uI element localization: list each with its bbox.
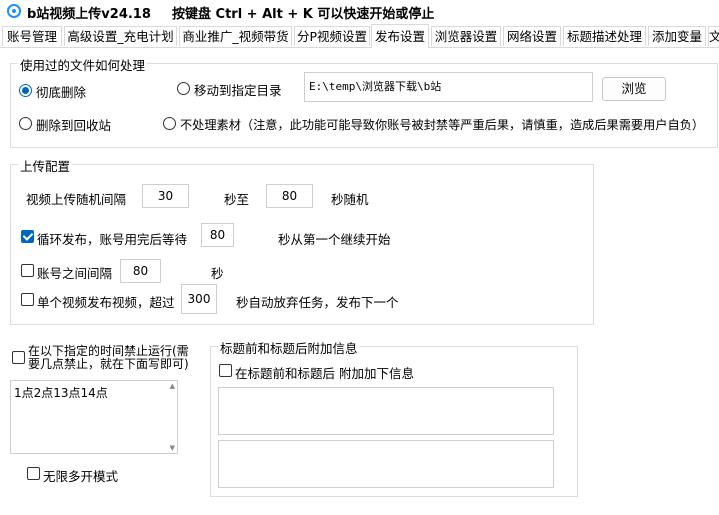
unlimited-mode-checkbox[interactable] (27, 467, 40, 480)
tab-bar: 账号管理 高级设置_充电计划 商业推广_视频带货 分P视频设置 发布设置 浏览器… (0, 24, 719, 48)
tab-browser-settings[interactable]: 浏览器设置 (431, 26, 501, 46)
account-interval-checkbox[interactable] (21, 264, 34, 277)
loop-wait-suffix: 秒从第一个继续开始 (278, 232, 391, 247)
move-to-dir-radio[interactable] (177, 82, 190, 95)
title-extra-checkbox[interactable] (219, 364, 232, 377)
browse-button[interactable]: 浏览 (602, 77, 666, 101)
hotkey-hint: 按键盘 Ctrl + Alt + K 可以快速开始或停止 (172, 7, 435, 22)
tab-account-management[interactable]: 账号管理 (2, 26, 62, 46)
recycle-bin-label: 删除到回收站 (36, 118, 112, 133)
recycle-bin-radio[interactable] (19, 117, 32, 130)
account-interval-input[interactable]: 80 (120, 259, 161, 283)
move-to-dir-label: 移动到指定目录 (194, 83, 282, 98)
account-interval-suffix: 秒 (211, 266, 224, 281)
tab-add-variable[interactable]: 添加变量 (648, 26, 706, 46)
single-timeout-label: 单个视频发布视频，超过 (37, 295, 175, 310)
title-suffix-textarea[interactable] (218, 440, 554, 488)
scroll-down-icon[interactable]: ▼ (170, 444, 175, 452)
tab-commercial-promotion[interactable]: 商业推广_视频带货 (179, 26, 292, 46)
single-timeout-input[interactable]: 300 (181, 284, 217, 314)
tab-advanced-settings[interactable]: 高级设置_充电计划 (64, 26, 177, 46)
seconds-random-label: 秒随机 (331, 192, 369, 207)
app-title: b站视频上传v24.18 (27, 7, 151, 22)
schedule-label: 在以下指定的时间禁止运行(需要几点禁止，就在下面写即可) (28, 344, 189, 371)
title-bar: b站视频上传v24.18 按键盘 Ctrl + Alt + K 可以快速开始或停… (0, 0, 719, 24)
tab-multipart-video[interactable]: 分P视频设置 (294, 26, 370, 46)
file-handling-legend: 使用过的文件如何处理 (18, 55, 148, 74)
seconds-to-label: 秒至 (224, 192, 250, 207)
random-min-input[interactable]: 30 (142, 184, 189, 208)
tab-publish-settings[interactable]: 发布设置 (371, 24, 429, 48)
unlimited-mode-label: 无限多开模式 (43, 469, 119, 484)
title-extra-legend: 标题前和标题后附加信息 (218, 338, 360, 357)
tab-network-settings[interactable]: 网络设置 (503, 26, 561, 46)
move-path-input[interactable]: E:\temp\浏览器下载\b站 (304, 72, 593, 102)
loop-wait-input[interactable]: 80 (201, 223, 234, 247)
upload-config-legend: 上传配置 (18, 156, 73, 175)
title-prefix-textarea[interactable] (218, 387, 554, 435)
app-logo-icon (7, 4, 21, 18)
schedule-hours-text: 1点2点13点14点 (14, 386, 108, 400)
tab-title-description[interactable]: 标题描述处理 (563, 26, 646, 46)
random-interval-label: 视频上传随机间隔 (26, 192, 127, 207)
scroll-up-icon[interactable]: ▲ (170, 382, 175, 390)
title-extra-label: 在标题前和标题后 附加加下信息 (235, 366, 414, 381)
schedule-checkbox[interactable] (12, 351, 25, 364)
no-processing-label: 不处理素材（注意，此功能可能导致你账号被封禁等严重后果，请慎重，造成后果需要用户… (180, 118, 705, 132)
delete-permanently-radio[interactable] (19, 84, 32, 97)
tab-overflow[interactable]: 文 (708, 26, 719, 46)
no-processing-radio[interactable] (163, 117, 176, 130)
delete-permanently-label: 彻底删除 (36, 85, 87, 100)
schedule-hours-textarea[interactable]: 1点2点13点14点 ▲ ▼ (10, 380, 178, 454)
random-max-input[interactable]: 80 (266, 184, 313, 208)
single-timeout-checkbox[interactable] (21, 293, 34, 306)
loop-publish-checkbox[interactable] (21, 230, 34, 243)
single-timeout-suffix: 秒自动放弃任务，发布下一个 (236, 295, 399, 310)
account-interval-label: 账号之间间隔 (37, 266, 113, 281)
loop-publish-label: 循环发布，账号用完后等待 (37, 232, 188, 247)
